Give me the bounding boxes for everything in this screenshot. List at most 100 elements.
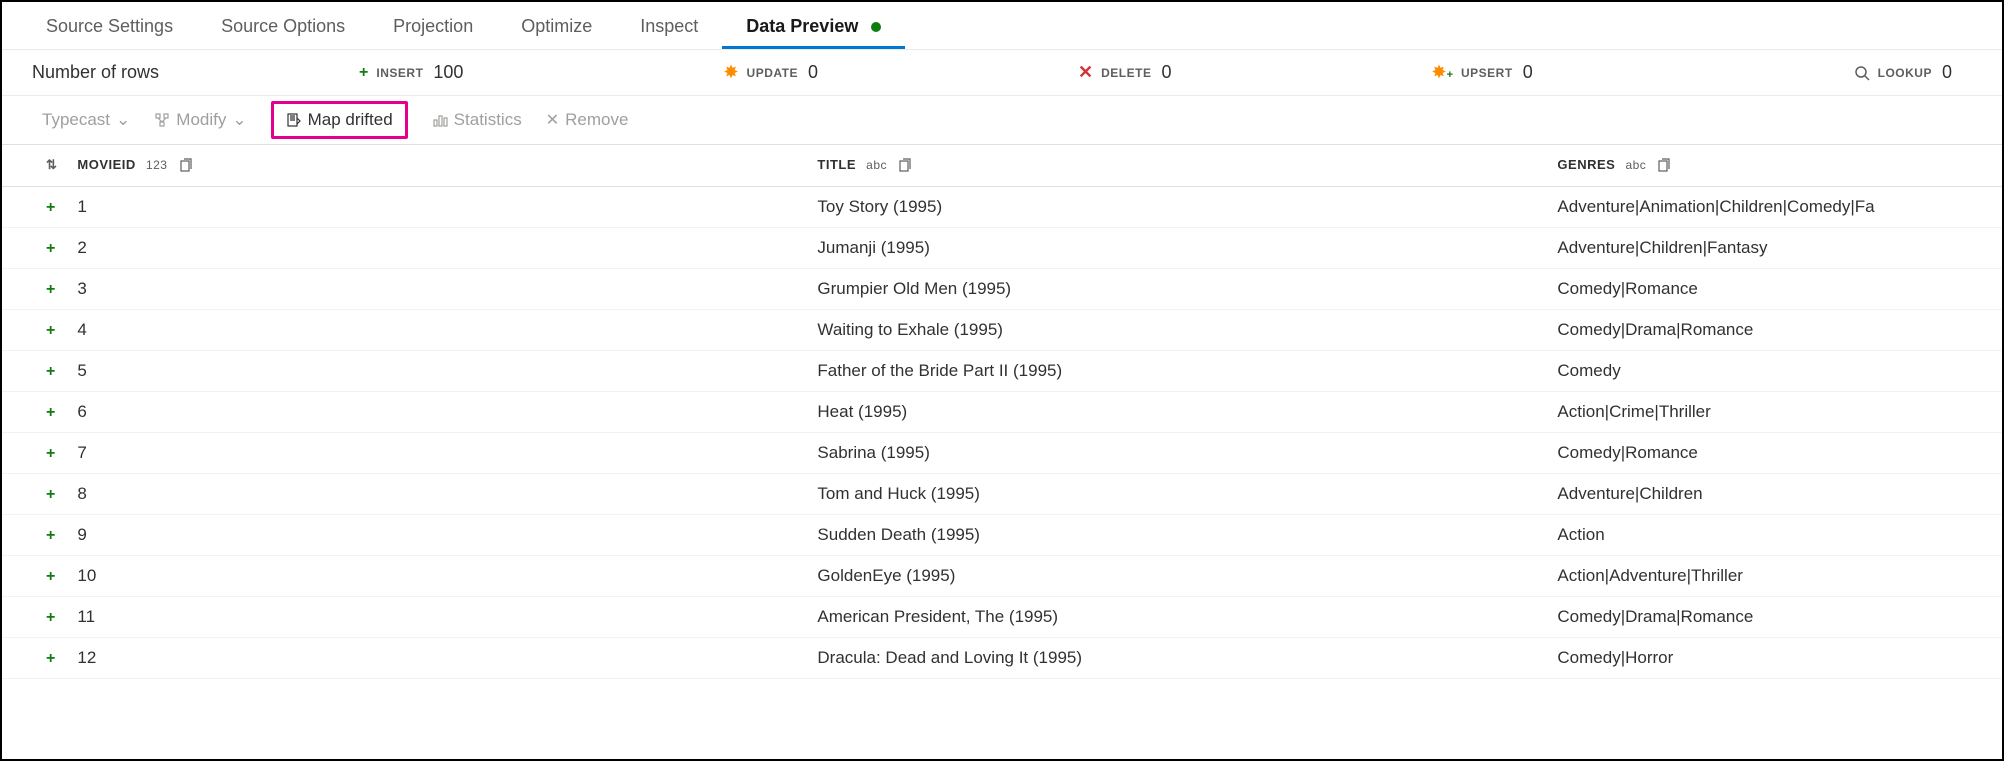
cell-movieid: 8 [67, 473, 807, 514]
plus-icon: + [46, 609, 55, 626]
statistics-label: Statistics [454, 110, 522, 130]
cell-title: Sudden Death (1995) [807, 514, 1547, 555]
cell-genres: Comedy|Romance [1547, 432, 2002, 473]
copy-icon[interactable] [178, 158, 194, 172]
sort-column-header[interactable]: ⇅ [2, 145, 67, 187]
table-row[interactable]: +2Jumanji (1995)Adventure|Children|Fanta… [2, 227, 2002, 268]
cell-title: Heat (1995) [807, 391, 1547, 432]
cell-movieid: 9 [67, 514, 807, 555]
plus-icon: + [46, 568, 55, 585]
x-icon: ✕ [546, 110, 559, 130]
table-row[interactable]: +8Tom and Huck (1995)Adventure|Children [2, 473, 2002, 514]
plus-icon: + [46, 650, 55, 667]
tab-label: Data Preview [746, 16, 858, 36]
modify-label: Modify [176, 110, 226, 130]
plus-icon: + [359, 64, 368, 82]
table-row[interactable]: +10GoldenEye (1995)Action|Adventure|Thri… [2, 555, 2002, 596]
tab-optimize[interactable]: Optimize [497, 4, 616, 49]
cell-movieid: 6 [67, 391, 807, 432]
table-row[interactable]: +12Dracula: Dead and Loving It (1995)Com… [2, 637, 2002, 678]
map-drifted-button[interactable]: Map drifted [271, 101, 408, 139]
stats-row: Number of rows + INSERT 100 ✸ UPDATE 0 ✕… [2, 50, 2002, 96]
table-row[interactable]: +6Heat (1995)Action|Crime|Thriller [2, 391, 2002, 432]
typecast-button[interactable]: Typecast ⌄ [42, 110, 130, 130]
tab-inspect[interactable]: Inspect [616, 4, 722, 49]
plus-icon: + [46, 281, 55, 298]
table-row[interactable]: +9Sudden Death (1995)Action [2, 514, 2002, 555]
table-row[interactable]: +11American President, The (1995)Comedy|… [2, 596, 2002, 637]
cell-genres: Action [1547, 514, 2002, 555]
copy-icon[interactable] [897, 158, 913, 172]
column-label: MOVIEID [77, 157, 135, 172]
cell-genres: Comedy|Romance [1547, 268, 2002, 309]
cell-movieid: 4 [67, 309, 807, 350]
cell-movieid: 7 [67, 432, 807, 473]
table-row[interactable]: +1Toy Story (1995)Adventure|Animation|Ch… [2, 186, 2002, 227]
rows-label: Number of rows [32, 62, 159, 83]
table-row[interactable]: +7Sabrina (1995)Comedy|Romance [2, 432, 2002, 473]
map-drifted-label: Map drifted [308, 110, 393, 130]
plus-icon: + [46, 404, 55, 421]
toolbar: Typecast ⌄ Modify ⌄ Map drifted Statisti… [2, 96, 2002, 144]
plus-icon: + [46, 322, 55, 339]
cell-title: Grumpier Old Men (1995) [807, 268, 1547, 309]
sort-icon: ⇅ [46, 157, 57, 172]
stat-name: UPDATE [747, 66, 798, 80]
cell-genres: Adventure|Children [1547, 473, 2002, 514]
stat-value: 0 [808, 62, 818, 83]
typecast-label: Typecast [42, 110, 110, 130]
search-icon [1854, 62, 1870, 83]
table-row[interactable]: +4Waiting to Exhale (1995)Comedy|Drama|R… [2, 309, 2002, 350]
stat-value: 0 [1161, 62, 1171, 83]
copy-icon[interactable] [1656, 158, 1672, 172]
modify-button[interactable]: Modify ⌄ [154, 110, 246, 130]
tab-projection[interactable]: Projection [369, 4, 497, 49]
plus-icon: + [46, 199, 55, 216]
stat-name: INSERT [376, 66, 423, 80]
column-label: GENRES [1557, 157, 1615, 172]
cell-title: Dracula: Dead and Loving It (1995) [807, 637, 1547, 678]
chevron-down-icon: ⌄ [232, 110, 246, 130]
plus-icon: + [46, 445, 55, 462]
tab-source-settings[interactable]: Source Settings [22, 4, 197, 49]
column-type: abc [1625, 158, 1646, 172]
table-row[interactable]: +3Grumpier Old Men (1995)Comedy|Romance [2, 268, 2002, 309]
plus-icon: + [46, 527, 55, 544]
tab-data-preview[interactable]: Data Preview [722, 4, 905, 49]
cell-title: American President, The (1995) [807, 596, 1547, 637]
column-label: TITLE [817, 157, 856, 172]
stat-insert: + INSERT 100 [359, 62, 463, 83]
cell-movieid: 2 [67, 227, 807, 268]
column-header-movieid[interactable]: MOVIEID 123 [67, 145, 807, 187]
cell-movieid: 1 [67, 186, 807, 227]
cell-genres: Adventure|Children|Fantasy [1547, 227, 2002, 268]
remove-button[interactable]: ✕ Remove [546, 110, 629, 130]
cell-genres: Comedy|Drama|Romance [1547, 309, 2002, 350]
stat-update: ✸ UPDATE 0 [723, 62, 818, 83]
stat-name: DELETE [1101, 66, 1151, 80]
cell-genres: Action|Adventure|Thriller [1547, 555, 2002, 596]
x-icon: ✕ [1078, 62, 1093, 83]
statistics-button[interactable]: Statistics [432, 110, 522, 130]
map-drifted-icon [286, 112, 302, 128]
sun-icon: ✸ [723, 62, 738, 83]
cell-movieid: 10 [67, 555, 807, 596]
column-header-title[interactable]: TITLE abc [807, 145, 1547, 187]
sun-plus-icon: ✸+ [1431, 62, 1453, 83]
stat-value: 0 [1942, 62, 1952, 83]
cell-title: Father of the Bride Part II (1995) [807, 350, 1547, 391]
tab-source-options[interactable]: Source Options [197, 4, 369, 49]
tab-bar: Source Settings Source Options Projectio… [2, 2, 2002, 50]
cell-genres: Adventure|Animation|Children|Comedy|Fa [1547, 186, 2002, 227]
column-header-genres[interactable]: GENRES abc [1547, 145, 2002, 187]
cell-movieid: 11 [67, 596, 807, 637]
stat-upsert: ✸+ UPSERT 0 [1431, 62, 1532, 83]
cell-genres: Action|Crime|Thriller [1547, 391, 2002, 432]
column-type: abc [866, 158, 887, 172]
cell-title: Sabrina (1995) [807, 432, 1547, 473]
chart-icon [432, 112, 448, 128]
table-row[interactable]: +5Father of the Bride Part II (1995)Come… [2, 350, 2002, 391]
cell-movieid: 5 [67, 350, 807, 391]
stat-value: 0 [1523, 62, 1533, 83]
cell-genres: Comedy|Horror [1547, 637, 2002, 678]
